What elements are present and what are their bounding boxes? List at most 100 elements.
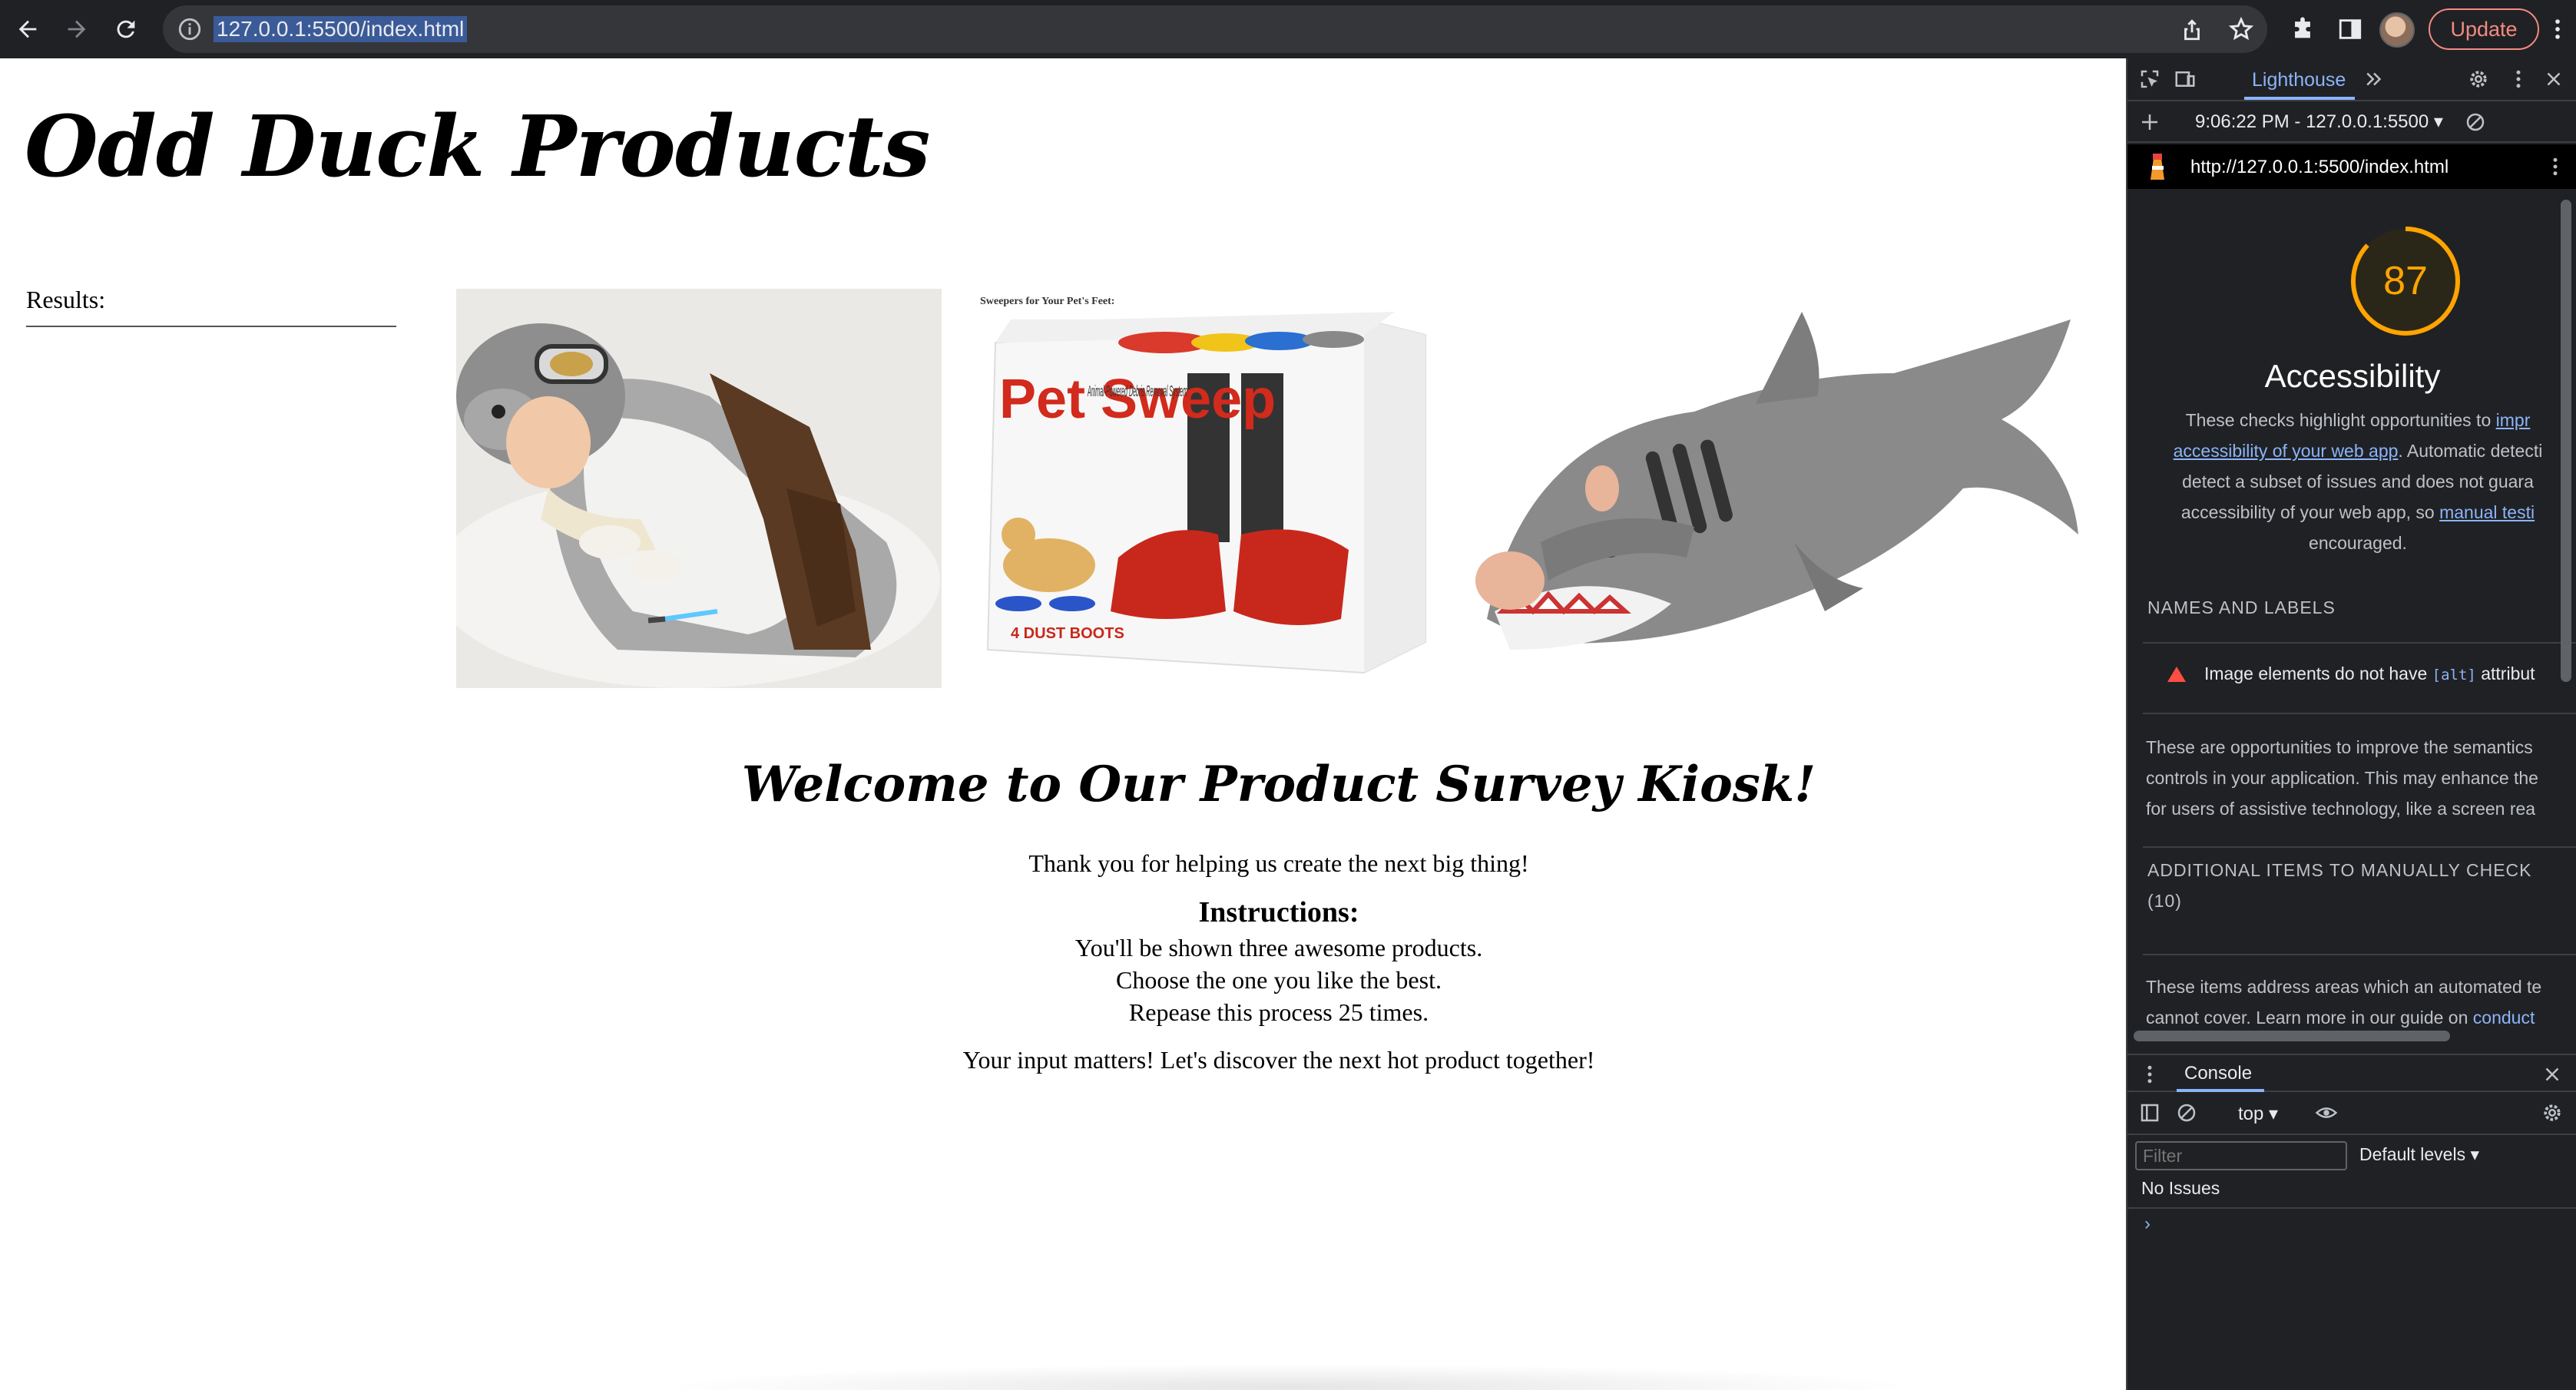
report-url[interactable]: http://127.0.0.1:5500/index.html xyxy=(2190,157,2449,178)
category-description: accessibility of your web app, so manual… xyxy=(2180,502,2535,522)
log-levels-select[interactable]: Default levels ▾ xyxy=(2359,1144,2479,1165)
sidebar-toggle-icon[interactable] xyxy=(2138,1101,2161,1130)
category-title: Accessibility xyxy=(2264,358,2441,394)
audit-image-alt[interactable]: Image elements do not have [alt] attribu… xyxy=(2204,664,2535,684)
drawer-menu-icon[interactable] xyxy=(2138,1063,2161,1091)
puzzle-icon xyxy=(2295,17,2310,38)
address-bar[interactable]: 127.0.0.1:5500/index.html xyxy=(163,5,2267,53)
back-button[interactable] xyxy=(9,11,46,48)
description-link[interactable]: accessibility of your web app xyxy=(2174,441,2399,461)
divider xyxy=(2143,713,2576,714)
category-description: These checks highlight opportunities to … xyxy=(2185,410,2531,430)
clear-console-icon[interactable] xyxy=(2175,1101,2198,1130)
vertical-scrollbar[interactable] xyxy=(2561,200,2571,682)
divider xyxy=(2143,642,2576,644)
lighthouse-toolbar: 9:06:22 PM - 127.0.0.1:5500 ▾ xyxy=(2127,101,2576,143)
close-devtools-icon[interactable] xyxy=(2542,68,2565,96)
category-description: encouraged. xyxy=(2309,533,2407,553)
product-image-pet-sweep[interactable]: Sweepers for Your Pet's Feet: Pet Sweep … xyxy=(965,289,1438,688)
bookmark-button[interactable] xyxy=(2223,11,2260,48)
warning-triangle-icon xyxy=(2167,667,2186,682)
console-settings-icon[interactable] xyxy=(2541,1101,2564,1130)
semantics-paragraph: for users of assistive technology, like … xyxy=(2146,799,2536,819)
console-filter-input[interactable] xyxy=(2135,1141,2347,1170)
profile-avatar[interactable] xyxy=(2379,12,2415,48)
tab-console[interactable]: Console xyxy=(2184,1063,2252,1084)
product-image-tauntaun[interactable] xyxy=(456,289,942,688)
semantics-paragraph: These are opportunities to improve the s… xyxy=(2146,737,2533,757)
side-panel-button[interactable] xyxy=(2332,11,2369,48)
active-tab-indicator xyxy=(2244,97,2355,100)
product-image-shark[interactable] xyxy=(1464,289,2101,688)
manual-testing-link[interactable]: manual testi xyxy=(2439,502,2535,522)
star-icon xyxy=(2228,16,2254,41)
site-title: Odd Duck Products xyxy=(25,97,930,196)
console-drawer-header: Console xyxy=(2127,1054,2576,1092)
extensions-button[interactable] xyxy=(2284,11,2321,48)
instruction-line: Choose the one you like the best. xyxy=(1116,966,1442,994)
forward-button[interactable] xyxy=(58,11,95,48)
manual-paragraph: These items address areas which an autom… xyxy=(2146,977,2542,997)
divider xyxy=(2143,846,2576,848)
accessibility-score: 87 xyxy=(2383,259,2428,303)
results-label: Results: xyxy=(26,286,106,313)
lighthouse-logo-icon xyxy=(2151,154,2164,180)
close-drawer-icon[interactable] xyxy=(2541,1063,2564,1091)
box-caption: Sweepers for Your Pet's Feet: xyxy=(980,296,1114,307)
browser-toolbar: 127.0.0.1:5500/index.html Update xyxy=(0,0,2576,58)
more-tabs-icon[interactable] xyxy=(2362,68,2386,96)
url-text[interactable]: 127.0.0.1:5500/index.html xyxy=(214,16,468,42)
category-description: detect a subset of issues and does not g… xyxy=(2182,472,2534,491)
page-footer-shadow xyxy=(661,1364,1920,1390)
console-prompt[interactable]: › xyxy=(2144,1213,2151,1235)
score-gauge: 87 xyxy=(2349,224,2462,338)
device-toolbar-icon[interactable] xyxy=(2174,68,2197,96)
box-count: 4 DUST BOOTS xyxy=(1011,625,1124,642)
new-report-plus-icon[interactable] xyxy=(2138,111,2161,139)
manual-checks-count: (10) xyxy=(2147,891,2182,911)
kebab-menu-icon xyxy=(2555,19,2560,39)
side-panel-icon xyxy=(2339,19,2362,39)
semantics-paragraph: controls in your application. This may e… xyxy=(2146,768,2538,788)
info-icon xyxy=(178,18,201,41)
reload-icon xyxy=(117,20,135,38)
section-names-labels[interactable]: NAMES AND LABELS xyxy=(2147,597,2336,618)
devtools-tabbar: Lighthouse xyxy=(2127,58,2576,101)
conduct-guide-link[interactable]: conduct xyxy=(2473,1008,2535,1028)
divider xyxy=(2143,954,2576,955)
settings-gear-icon[interactable] xyxy=(2467,68,2490,96)
instruction-line: Repease this process 25 times. xyxy=(1128,998,1429,1026)
divider xyxy=(2127,1207,2576,1209)
tab-lighthouse[interactable]: Lighthouse xyxy=(2252,69,2346,91)
manual-paragraph: cannot cover. Learn more in our guide on… xyxy=(2146,1008,2535,1028)
eye-icon[interactable] xyxy=(2315,1101,2338,1130)
devtools-panel: Lighthouse 9:06:22 PM - 127.0.0.1:5500 ▾ xyxy=(2126,58,2576,1390)
share-icon xyxy=(2184,19,2200,41)
browser-menu-button[interactable] xyxy=(2539,11,2576,48)
horizontal-scrollbar[interactable] xyxy=(2134,1031,2450,1041)
report-select[interactable]: 9:06:22 PM - 127.0.0.1:5500 ▾ xyxy=(2195,111,2443,133)
devtools-menu-icon[interactable] xyxy=(2507,68,2530,96)
lighthouse-url-bar: http://127.0.0.1:5500/index.html xyxy=(2127,144,2576,189)
issues-status: No Issues xyxy=(2141,1178,2220,1198)
instructions-heading: Instructions: xyxy=(1198,896,1359,928)
arrow-right-icon xyxy=(68,20,86,38)
arrow-left-icon xyxy=(18,20,37,38)
results-divider xyxy=(26,326,396,327)
thank-you-text: Thank you for helping us create the next… xyxy=(1028,849,1529,877)
box-tagline: Animal-Powered Debris Removal System xyxy=(1088,383,1187,400)
reload-button[interactable] xyxy=(108,11,144,48)
welcome-heading: Welcome to Our Product Survey Kiosk! xyxy=(741,756,1816,813)
clear-reports-icon[interactable] xyxy=(2464,111,2487,139)
section-manual-checks[interactable]: ADDITIONAL ITEMS TO MANUALLY CHECK xyxy=(2147,860,2532,881)
update-button[interactable]: Update xyxy=(2429,8,2539,50)
inspect-element-icon[interactable] xyxy=(2138,68,2161,96)
console-toolbar: top ▾ xyxy=(2127,1092,2576,1135)
share-button[interactable] xyxy=(2174,11,2210,48)
report-menu-icon[interactable] xyxy=(2544,155,2567,184)
category-description: accessibility of your web app. Automatic… xyxy=(2173,441,2543,461)
description-link[interactable]: impr xyxy=(2496,410,2531,430)
instruction-line: You'll be shown three awesome products. xyxy=(1074,934,1483,961)
page-viewport: Odd Duck Products Results: Sweepers for … xyxy=(0,58,2126,1390)
context-select[interactable]: top ▾ xyxy=(2238,1103,2278,1125)
